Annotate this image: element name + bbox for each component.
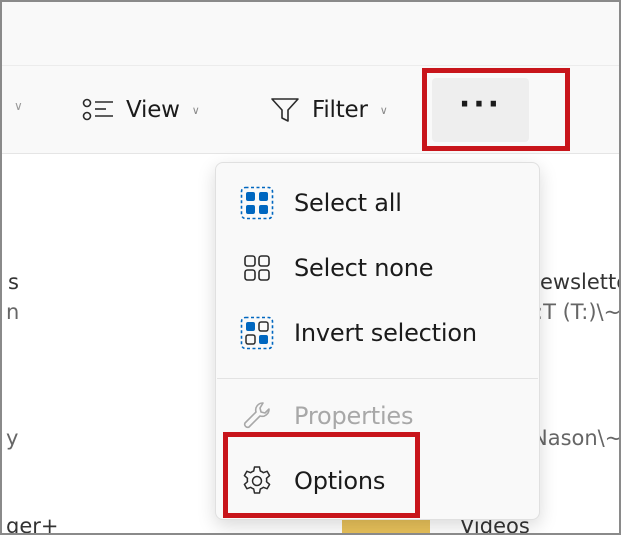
file-path-fragment: n (6, 300, 20, 324)
menu-item-label: Select none (294, 254, 434, 282)
filter-icon (271, 98, 299, 122)
filter-label: Filter (312, 97, 368, 123)
file-path-fragment: Nason\~ (532, 426, 621, 450)
file-name-fragment: ewslette (540, 270, 621, 294)
highlight-box-options (223, 432, 420, 518)
menu-item-label: Select all (294, 189, 402, 217)
file-path-fragment: :T (T:)\~ (536, 300, 621, 324)
file-name-fragment: s (8, 270, 19, 294)
explorer-window: ∨ View ∨ Filter ∨ ··· s n y ger+ ewslett… (0, 0, 621, 535)
menu-item-invert-selection[interactable]: Invert selection (216, 305, 539, 361)
menu-item-label: Invert selection (294, 319, 477, 347)
chevron-down-icon[interactable]: ∨ (14, 99, 23, 113)
file-path-fragment: y (6, 426, 19, 450)
menu-item-label: Properties (294, 402, 414, 430)
menu-separator (217, 378, 538, 379)
menu-item-select-none[interactable]: Select none (216, 240, 539, 296)
wrench-icon (243, 402, 270, 429)
view-label: View (126, 97, 180, 123)
menu-item-select-all[interactable]: Select all (216, 175, 539, 231)
highlight-box-more (422, 68, 570, 151)
select-all-icon (240, 186, 274, 220)
view-icon (82, 98, 113, 121)
filter-button[interactable]: Filter ∨ (270, 88, 388, 132)
chevron-down-icon: ∨ (379, 103, 388, 117)
file-name-fragment: ger+ (6, 514, 59, 535)
select-none-icon (244, 255, 270, 281)
invert-selection-icon (240, 316, 274, 350)
title-strip (2, 2, 619, 66)
chevron-down-icon: ∨ (191, 103, 200, 117)
view-button[interactable]: View ∨ (82, 88, 200, 132)
